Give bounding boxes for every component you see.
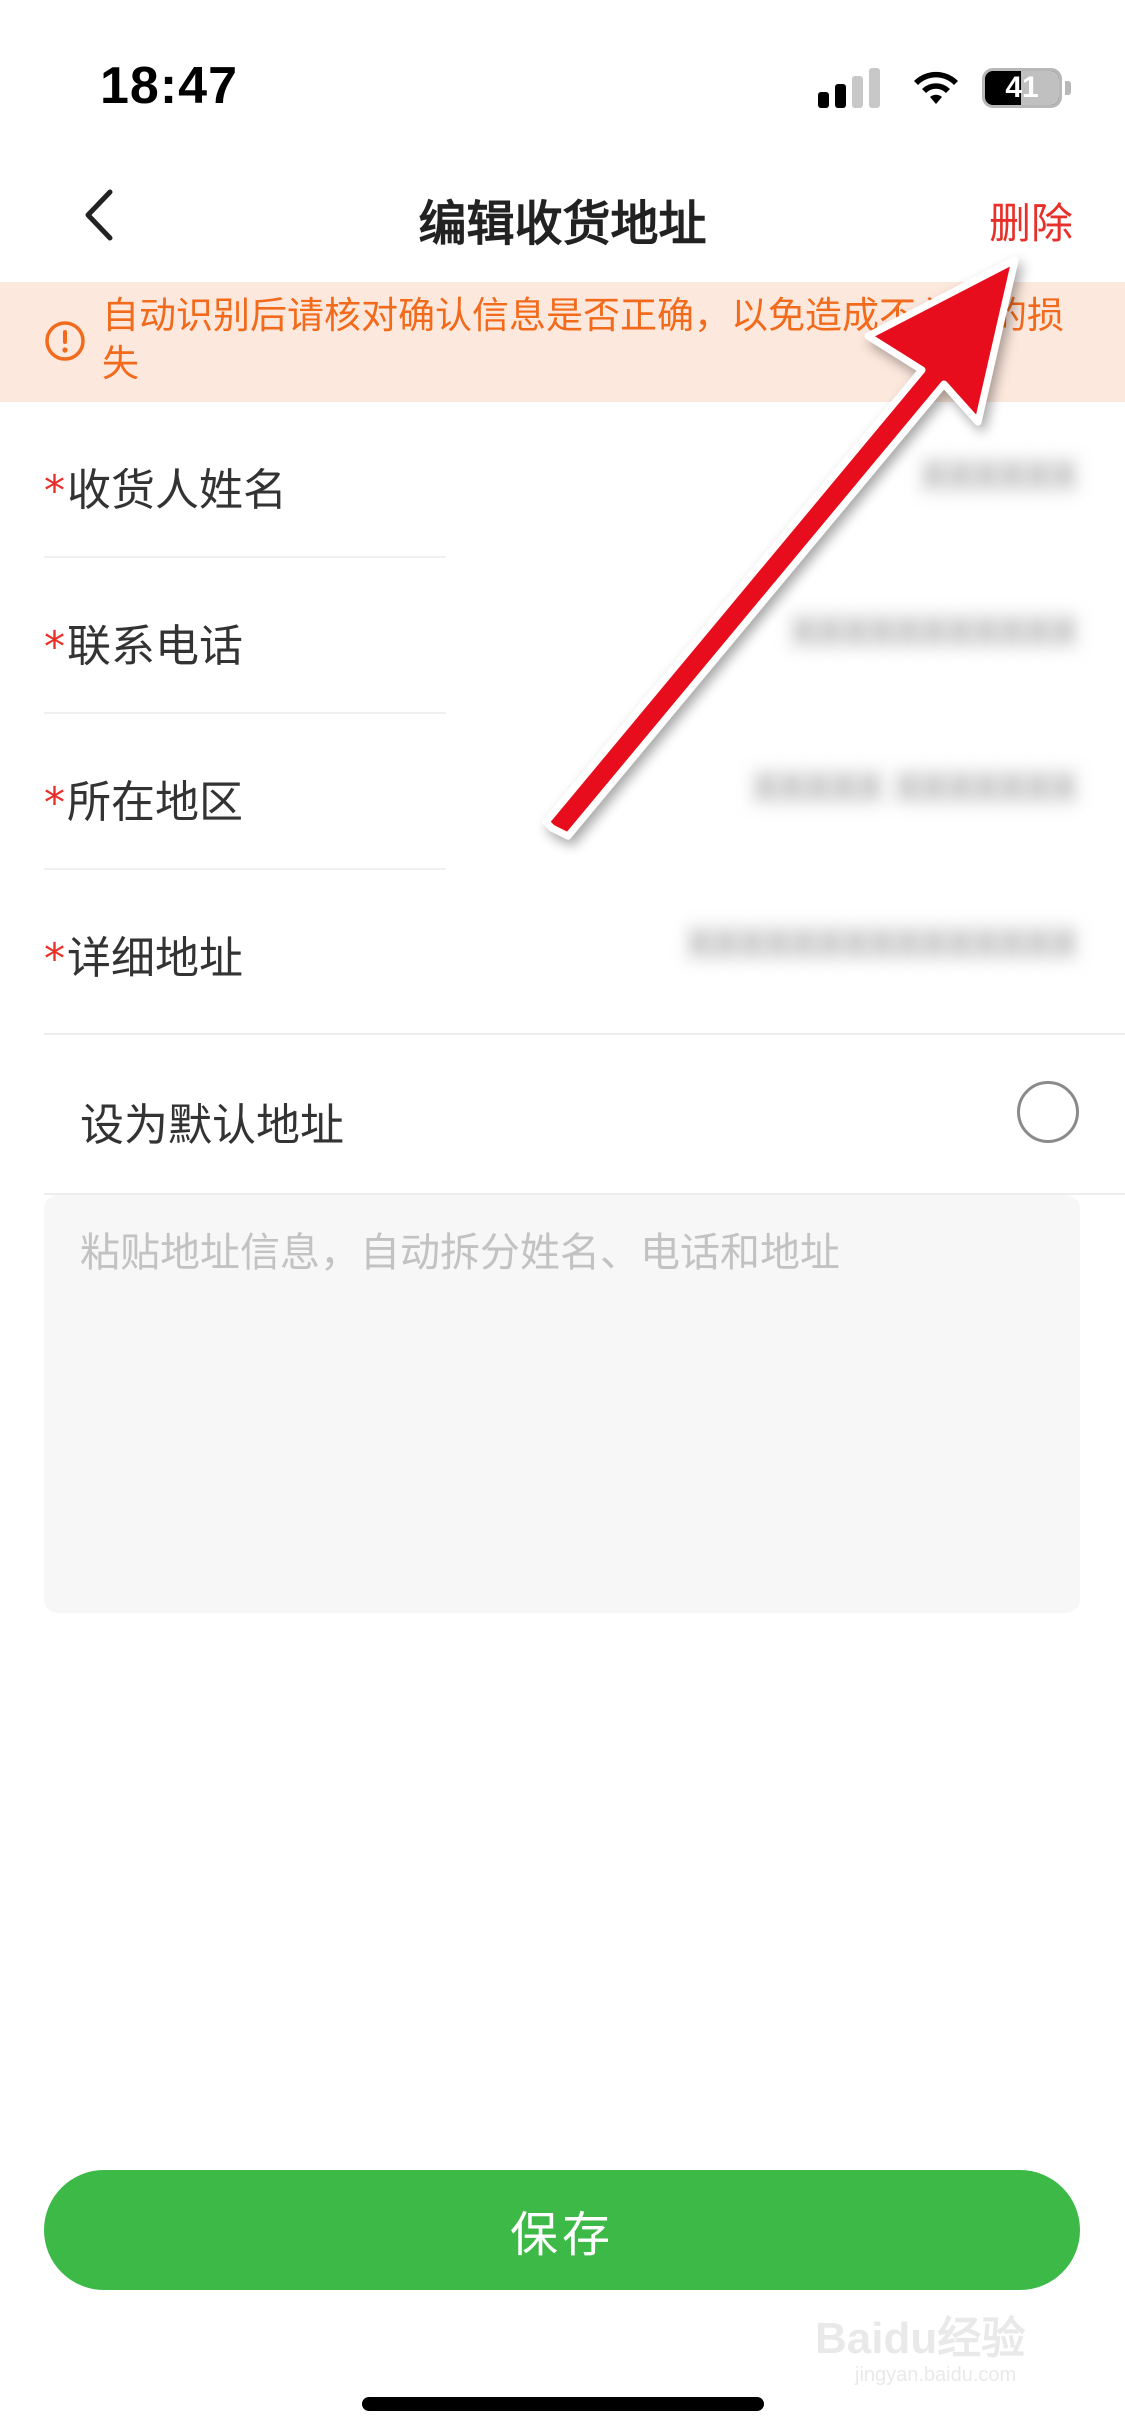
required-mark: * [44, 934, 65, 983]
required-mark: * [44, 778, 65, 827]
battery-tip [1065, 81, 1071, 95]
required-mark: * [44, 466, 65, 515]
detail-address-row[interactable]: *详细地址 XXXXXXXXXXXXXXX [0, 870, 1125, 1026]
alert-circle-icon [45, 321, 85, 361]
recipient-name-value[interactable]: XXXXXX [921, 454, 1077, 498]
battery-icon: 41 [982, 68, 1062, 108]
status-time: 18:47 [100, 57, 238, 115]
region-label: *所在地区 [44, 777, 243, 828]
phone-value[interactable]: XXXXXXXXXXX [791, 610, 1077, 654]
phone-row[interactable]: *联系电话 XXXXXXXXXXX [0, 558, 1125, 714]
battery-level: 41 [1005, 71, 1039, 104]
region-value[interactable]: XXXXX XXXXXXX [753, 766, 1077, 810]
default-address-radio[interactable] [1017, 1081, 1079, 1143]
status-icons: 41 [818, 60, 1071, 116]
required-mark: * [44, 622, 65, 671]
delete-button[interactable]: 删除 [989, 190, 1073, 251]
page-title: 编辑收货地址 [418, 196, 707, 252]
paste-address-input[interactable] [44, 1195, 1080, 1613]
home-indicator[interactable] [362, 2397, 764, 2411]
region-row[interactable]: *所在地区 XXXXX XXXXXXX [0, 714, 1125, 870]
phone-label: *联系电话 [44, 621, 243, 672]
edit-address-screen: 18:47 41 编辑收货地址 删除 自动识别后请核对确认信息是否正确，以免造成… [0, 0, 1125, 2436]
recipient-name-label: *收货人姓名 [44, 465, 287, 516]
recipient-name-row[interactable]: *收货人姓名 XXXXXX [0, 402, 1125, 558]
watermark-sub: jingyan.baidu.com [855, 2364, 1017, 2386]
wifi-icon [914, 71, 958, 104]
watermark-text: Baidu经验 [815, 2314, 1026, 2363]
detail-address-label: *详细地址 [44, 933, 243, 984]
default-address-row[interactable]: 设为默认地址 [0, 1035, 1125, 1195]
default-address-label: 设为默认地址 [80, 1100, 344, 1151]
save-button[interactable]: 保存 [44, 2170, 1080, 2290]
warning-banner: 自动识别后请核对确认信息是否正确，以免造成不必要的损失 [0, 282, 1125, 402]
baidu-watermark: Baidu经验 jingyan.baidu.com [815, 2296, 1065, 2396]
signal-icon [818, 68, 886, 108]
warning-text: 自动识别后请核对确认信息是否正确，以免造成不必要的损失 [102, 294, 1064, 385]
detail-address-value[interactable]: XXXXXXXXXXXXXXX [687, 922, 1077, 966]
